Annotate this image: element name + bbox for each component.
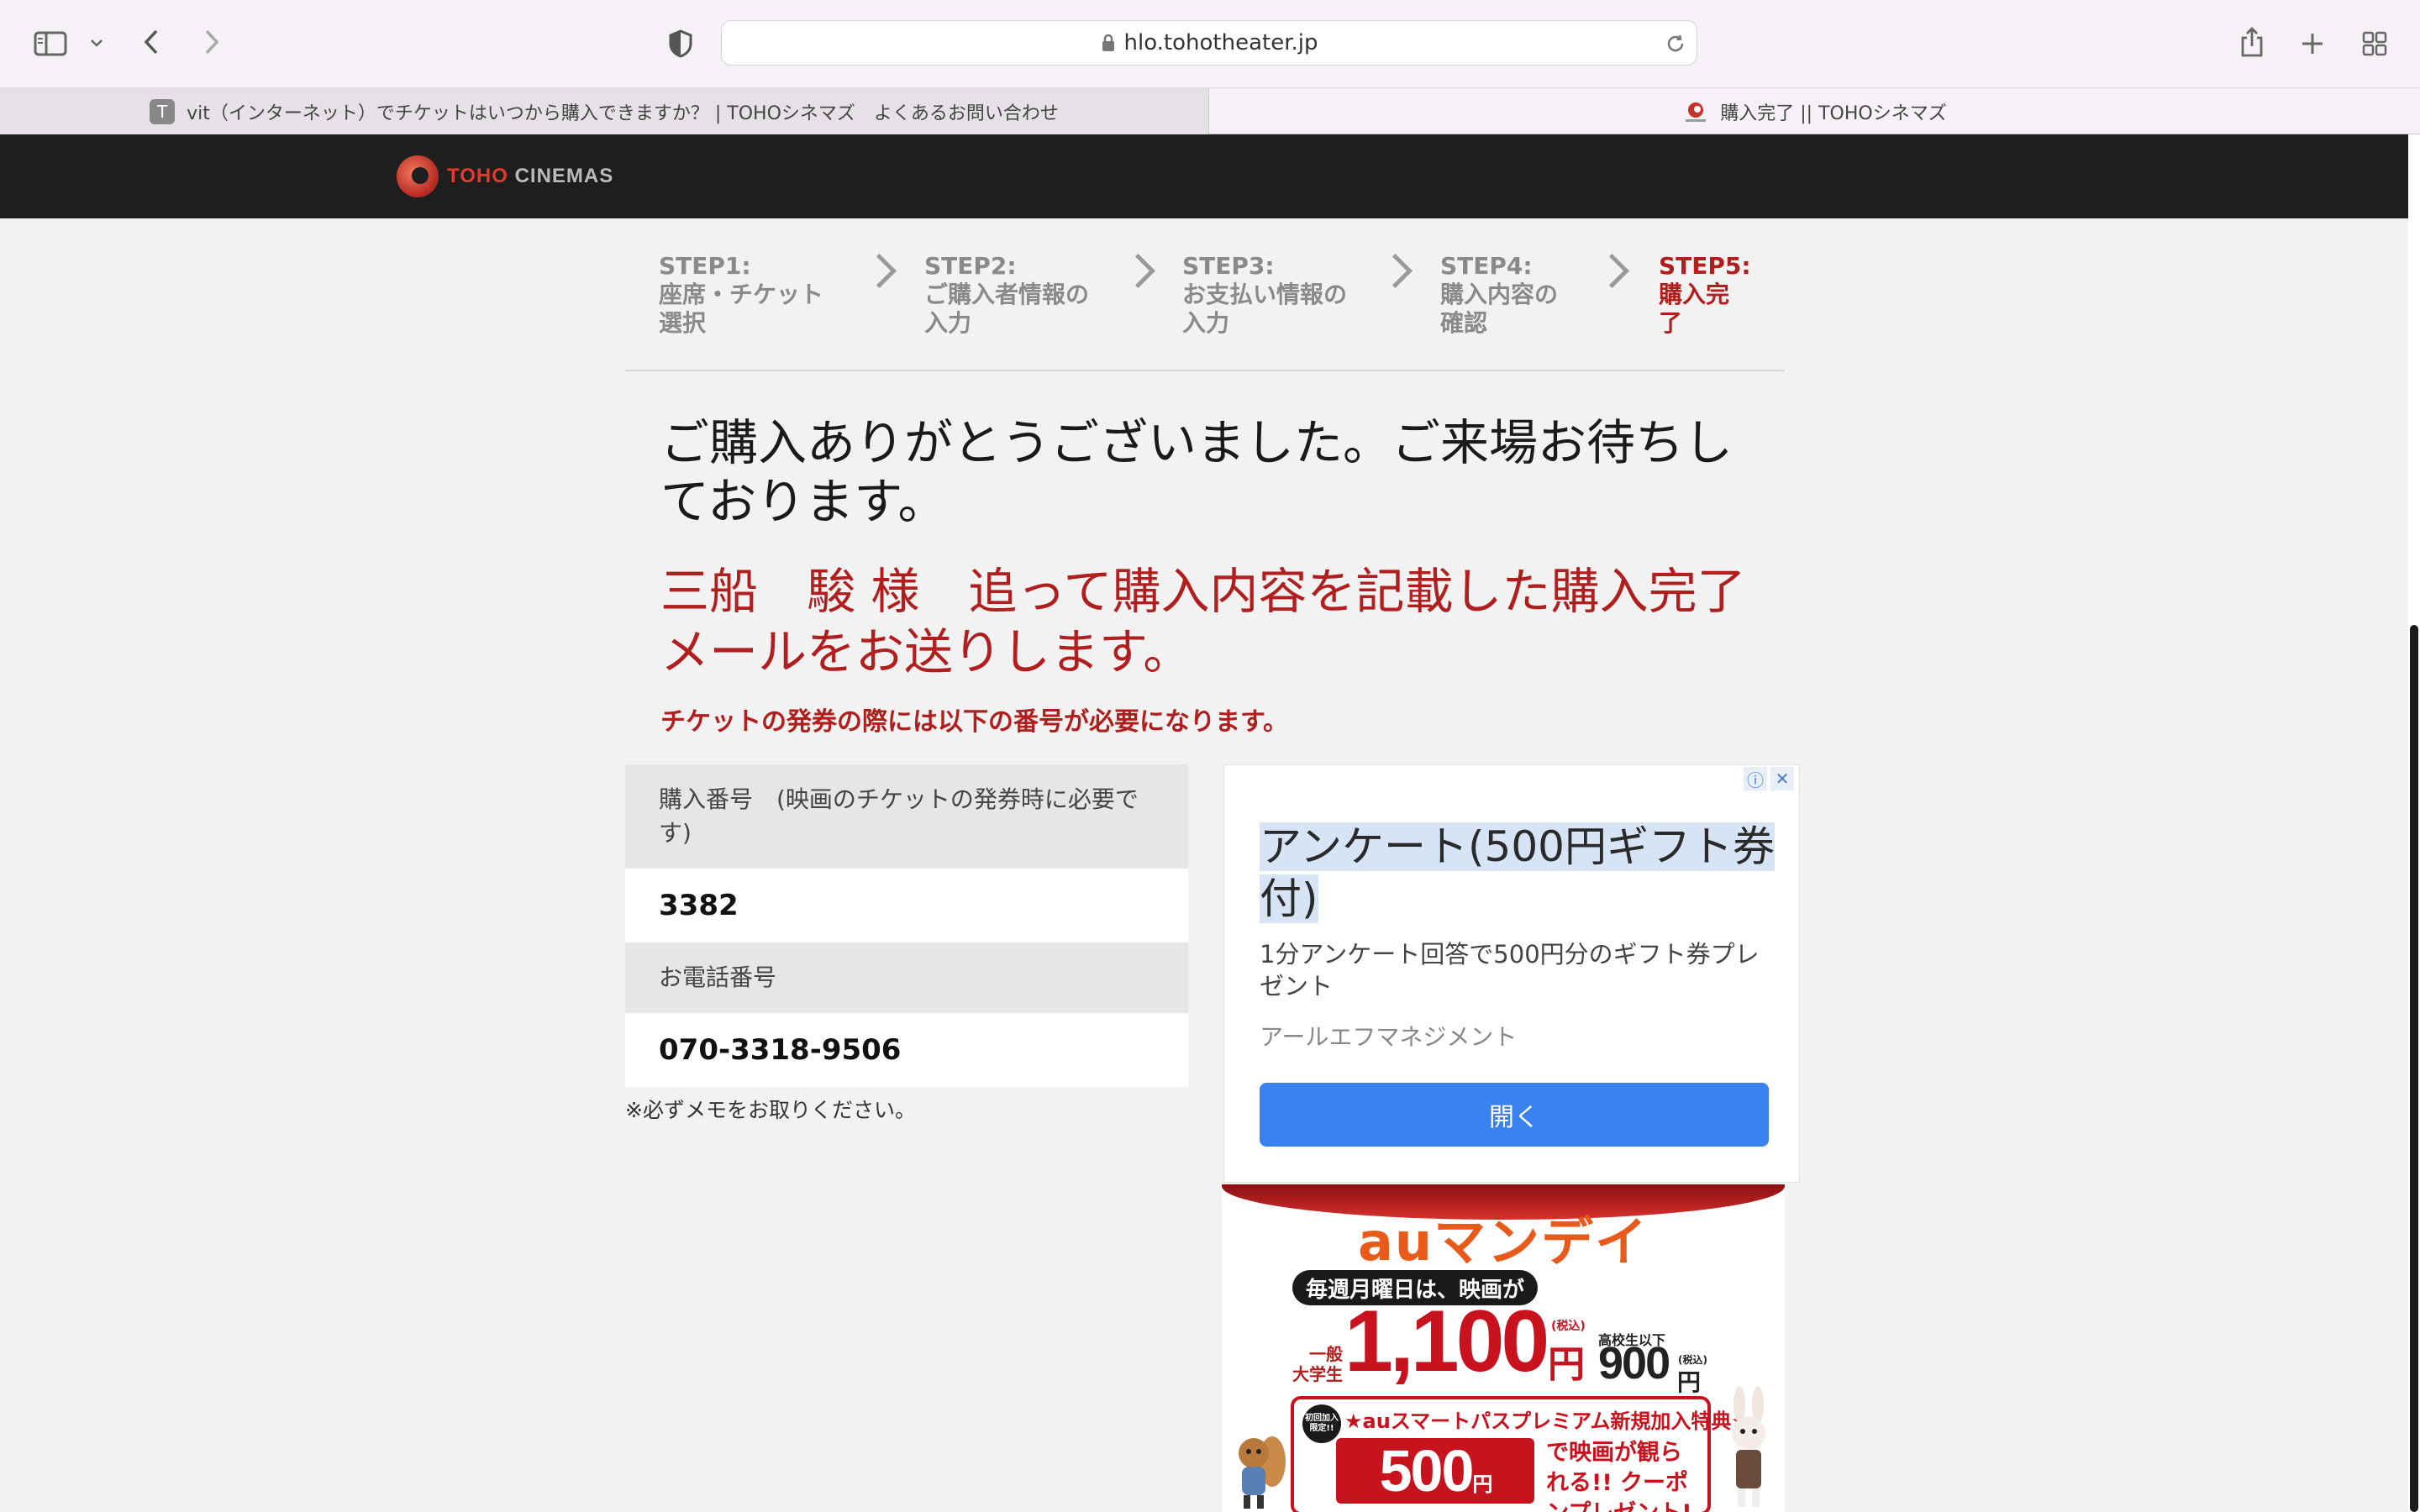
price-highschool: 900 (1598, 1338, 1670, 1389)
site-header: TOHO CINEMAS (0, 134, 2408, 218)
tax-in-label: (税込) (1551, 1320, 1586, 1333)
step-3: STEP3: お支払い情報の 入力 (1182, 252, 1348, 337)
chevron-down-icon[interactable] (84, 30, 109, 55)
ad-description: 1分アンケート回答で500円分のギフト券プレゼント (1260, 940, 1760, 1000)
ad-open-button[interactable]: 開く (1260, 1083, 1769, 1147)
price-general: 1,100 (1344, 1293, 1549, 1390)
purchase-number-value: 3382 (625, 869, 1188, 942)
limited-badge: 初回加入 限定!! (1302, 1404, 1341, 1443)
tab-title: vit（インターネット）でチケットはいつから購入できますか？ | TOHOシネマ… (187, 103, 1059, 124)
chevron-right-icon (1377, 253, 1413, 289)
ad-advertiser: アールエフマネジメント (1260, 1023, 1518, 1051)
privacy-shield-icon[interactable] (662, 25, 699, 62)
promo-price-box: 500円 (1336, 1438, 1534, 1504)
scrollbar-thumb[interactable] (2410, 625, 2418, 1512)
browser-toolbar: hlo.tohotheater.jp (0, 0, 2420, 87)
thanks-heading: ご購入ありがとうございました。ご来場お待ちしております。 (660, 414, 1733, 530)
rabbit-mascot-icon (1719, 1386, 1778, 1512)
yen-label: 円 (1677, 1368, 1702, 1396)
toho-favicon-icon (1683, 99, 1708, 124)
ticket-notice: チケットの発券の際には以下の番号が必要になります。 (660, 707, 1288, 737)
ad-info-icon[interactable]: ⓘ (1744, 767, 1767, 790)
ad-title[interactable]: アンケート(500円ギフト券付) (1260, 821, 1781, 925)
memo-note: ※必ずメモをお取りください。 (625, 1098, 916, 1122)
lock-icon (1101, 33, 1116, 53)
logo-text-cinemas: CINEMAS (514, 165, 614, 187)
survey-ad[interactable]: ⓘ ✕ アンケート(500円ギフト券付) 1分アンケート回答で500円分のギフト… (1223, 764, 1800, 1183)
back-icon[interactable] (134, 25, 168, 59)
reload-icon[interactable] (1663, 31, 1688, 56)
address-bar[interactable]: hlo.tohotheater.jp (721, 20, 1697, 66)
step-4: STEP4: 購入内容の 確認 (1440, 252, 1559, 337)
steps-divider (625, 370, 1785, 371)
chevron-right-icon (1120, 253, 1156, 289)
general-label: 一般 大学生 (1292, 1344, 1343, 1384)
purchase-info-table: 購入番号 (映画のチケットの発券時に必要です) 3382 お電話番号 070-3… (625, 764, 1188, 1087)
step-5-current: STEP5: 購入完 了 (1659, 252, 1751, 337)
forward-icon[interactable] (195, 25, 229, 59)
ad-close-icon[interactable]: ✕ (1770, 767, 1794, 790)
tab-favicon: T (150, 99, 176, 124)
promo-title: ★auスマートパスプレミアム新規加入特典★ (1344, 1410, 1749, 1433)
sidebar-toggle-icon[interactable] (32, 25, 69, 62)
url-text: hlo.tohotheater.jp (1123, 30, 1318, 55)
step-1: STEP1: 座席・チケット 選択 (659, 252, 824, 337)
phone-number-value: 070-3318-9506 (625, 1013, 1188, 1087)
step-2: STEP2: ご購入者情報の 入力 (924, 252, 1090, 337)
promo-price: 500 (1379, 1438, 1475, 1504)
tab-purchase-complete[interactable]: 購入完了 || TOHOシネマズ (1210, 88, 2420, 135)
squirrel-mascot-icon (1228, 1428, 1287, 1512)
yen-label: 円 (1548, 1343, 1585, 1386)
au-monday-banner[interactable]: auマンデイ 毎週月曜日は、映画が 一般 大学生 1,100 (税込) 円 高校… (1222, 1184, 1785, 1512)
purchase-number-label: 購入番号 (映画のチケットの発券時に必要です) (625, 764, 1188, 869)
chevron-right-icon (1594, 253, 1630, 289)
chevron-right-icon (861, 253, 897, 289)
tab-faq[interactable]: T vit（インターネット）でチケットはいつから購入できますか？ | TOHOシ… (0, 88, 1209, 135)
new-tab-icon[interactable] (2294, 25, 2331, 62)
tab-title: 購入完了 || TOHOシネマズ (1720, 103, 1947, 124)
mail-notice: 三船 駿 様 追って購入内容を記載した購入完了メールをお送りします。 (660, 563, 1746, 680)
tab-overview-icon[interactable] (2356, 25, 2393, 62)
banner-title: auマンデイ (1358, 1211, 1649, 1273)
promo-text: で映画が観られる!! クーポンプレゼント! (1546, 1440, 1692, 1512)
toho-cinemas-logo[interactable]: TOHO CINEMAS (397, 153, 613, 200)
promo-box: 初回加入 限定!! ★auスマートパスプレミアム新規加入特典★ 500円 で映画… (1291, 1396, 1749, 1512)
phone-number-label: お電話番号 (625, 942, 1188, 1013)
share-icon[interactable] (2233, 22, 2270, 62)
promo-yen: 円 (1472, 1473, 1492, 1496)
toho-logo-mark (397, 155, 439, 197)
logo-text-toho: TOHO (447, 165, 508, 187)
page-scrollbar[interactable] (2408, 134, 2420, 1512)
tab-bar: T vit（インターネット）でチケットはいつから購入できますか？ | TOHOシ… (0, 87, 2420, 135)
